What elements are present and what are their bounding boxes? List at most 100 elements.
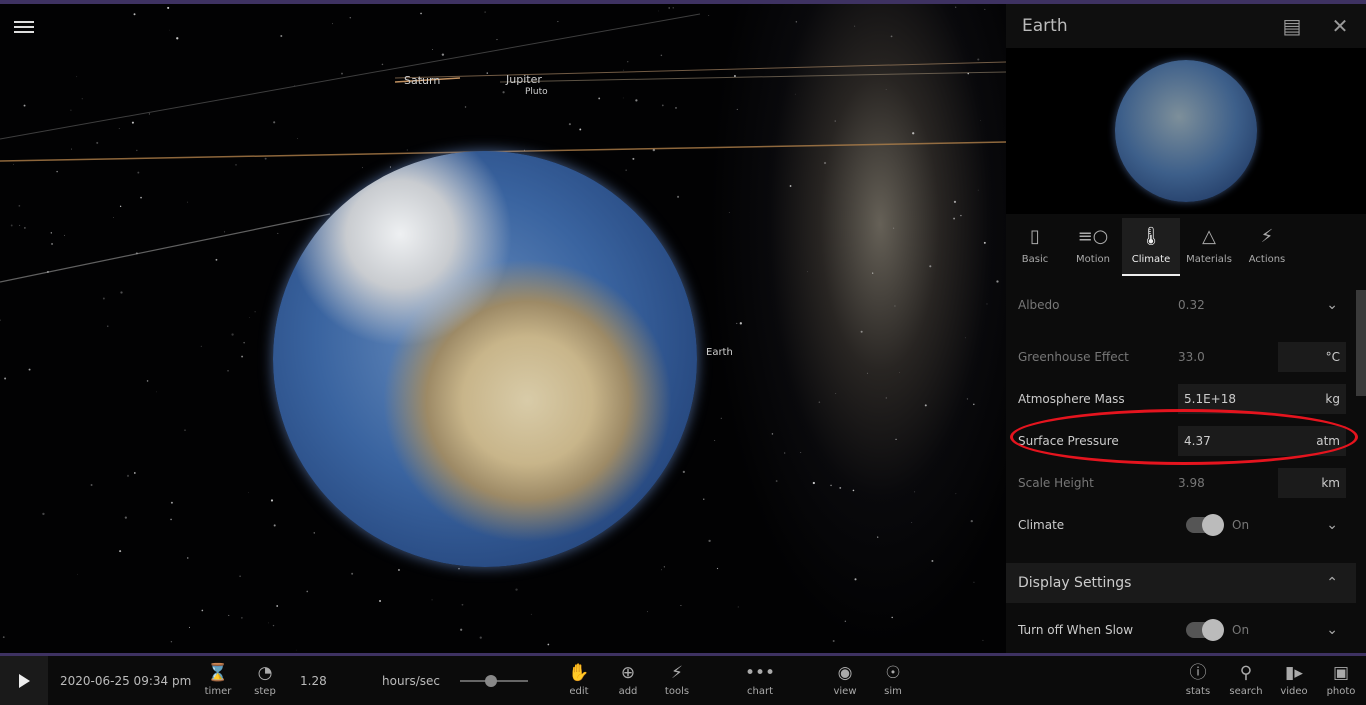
- star: [832, 639, 835, 642]
- star: [273, 121, 276, 124]
- star: [812, 481, 815, 485]
- panel-scrollbar[interactable]: [1356, 290, 1366, 396]
- star: [973, 581, 975, 583]
- label-pluto[interactable]: Pluto: [525, 87, 548, 97]
- step-icon: ◔: [257, 663, 273, 683]
- tab-actions[interactable]: ⚡ Actions: [1238, 218, 1296, 276]
- climate-row: Climate On ⌄: [1006, 504, 1356, 546]
- star: [398, 569, 400, 571]
- star: [823, 161, 827, 165]
- play-button[interactable]: [0, 656, 48, 705]
- scale-height-field[interactable]: km: [1278, 468, 1346, 498]
- label-earth[interactable]: Earth: [706, 347, 733, 358]
- star: [227, 369, 229, 372]
- star: [736, 108, 738, 110]
- star: [215, 258, 218, 261]
- star: [714, 440, 716, 442]
- star: [19, 224, 21, 226]
- scale-height-row: Scale Height 3.98 km: [1006, 462, 1356, 504]
- star: [0, 319, 1, 321]
- star: [71, 148, 73, 150]
- climate-toggle[interactable]: [1186, 514, 1224, 536]
- hamburger-icon[interactable]: [14, 18, 34, 36]
- star: [170, 501, 173, 504]
- rate-value[interactable]: 1.28: [300, 674, 327, 688]
- star: [2, 636, 5, 638]
- star: [632, 157, 635, 160]
- star: [167, 6, 170, 9]
- star: [4, 377, 7, 380]
- chevron-up-icon[interactable]: ⌃: [1326, 575, 1338, 591]
- edit-button[interactable]: ✋ edit: [559, 662, 599, 697]
- star: [771, 433, 774, 435]
- chart-button[interactable]: ••• chart: [740, 662, 780, 697]
- tab-climate[interactable]: 🌡 Climate: [1122, 218, 1180, 276]
- star: [479, 636, 482, 639]
- star: [739, 322, 742, 325]
- photo-button[interactable]: ▣ photo: [1321, 662, 1361, 697]
- star: [977, 189, 979, 191]
- sim-button[interactable]: ☉ sim: [873, 662, 913, 697]
- tab-motion[interactable]: ≡○ Motion: [1064, 218, 1122, 276]
- star: [126, 474, 130, 477]
- info-icon: ⓘ: [1189, 663, 1207, 683]
- label-saturn[interactable]: Saturn: [404, 74, 440, 87]
- star: [243, 341, 245, 344]
- star: [277, 232, 279, 235]
- stats-button[interactable]: ⓘ stats: [1178, 662, 1218, 697]
- sim-datetime[interactable]: 2020-06-25 09:34 pm: [60, 674, 191, 688]
- star: [170, 641, 173, 643]
- label-jupiter[interactable]: Jupiter: [506, 73, 542, 86]
- rate-unit[interactable]: hours/sec: [382, 674, 440, 688]
- star: [953, 217, 956, 220]
- star: [894, 305, 896, 307]
- earth-globe[interactable]: [273, 151, 697, 567]
- star: [675, 107, 677, 109]
- chevron-down-icon[interactable]: ⌄: [1326, 297, 1338, 313]
- display-settings-header[interactable]: Display Settings ⌃: [1006, 563, 1356, 603]
- star: [835, 393, 837, 394]
- timer-button[interactable]: ⌛ timer: [198, 662, 238, 697]
- motion-icon: ≡○: [1077, 226, 1109, 247]
- chevron-down-icon[interactable]: ⌄: [1326, 517, 1338, 533]
- star: [461, 603, 464, 606]
- tab-materials[interactable]: △ Materials: [1180, 218, 1238, 276]
- no-image-icon[interactable]: ▤: [1282, 16, 1302, 36]
- chevron-down-icon[interactable]: ⌄: [1326, 622, 1338, 638]
- space-viewport[interactable]: Saturn Jupiter Pluto Earth: [0, 4, 1006, 653]
- star: [660, 569, 662, 571]
- star: [996, 280, 999, 283]
- atmosphere-mass-row: Atmosphere Mass 5.1E+18 kg: [1006, 378, 1356, 420]
- star: [557, 20, 559, 23]
- search-button[interactable]: ⚲ search: [1226, 662, 1266, 697]
- star: [982, 639, 984, 642]
- star: [622, 69, 624, 71]
- star: [169, 29, 171, 31]
- star: [953, 200, 957, 203]
- step-button[interactable]: ◔ step: [245, 662, 285, 697]
- tools-button[interactable]: ⚡ tools: [657, 662, 697, 697]
- star: [986, 303, 988, 305]
- eye-icon: ◉: [837, 663, 853, 683]
- view-button[interactable]: ◉ view: [825, 662, 865, 697]
- surface-pressure-input[interactable]: 4.37 atm: [1178, 426, 1346, 456]
- atmosphere-mass-input[interactable]: 5.1E+18 kg: [1178, 384, 1346, 414]
- star: [911, 522, 913, 523]
- star: [50, 232, 52, 234]
- star: [496, 39, 498, 41]
- star: [112, 217, 114, 219]
- greenhouse-field[interactable]: °C: [1278, 342, 1346, 372]
- star: [249, 317, 250, 318]
- greenhouse-row: Greenhouse Effect 33.0 °C: [1006, 336, 1356, 378]
- close-icon[interactable]: ✕: [1330, 16, 1350, 36]
- star: [970, 520, 973, 523]
- video-button[interactable]: ▮▸ video: [1274, 662, 1314, 697]
- turn-off-toggle[interactable]: [1186, 619, 1224, 641]
- tab-basic[interactable]: ▯ Basic: [1006, 218, 1064, 276]
- speed-slider[interactable]: [460, 675, 528, 687]
- star: [839, 487, 842, 489]
- star: [77, 573, 78, 575]
- star: [268, 622, 269, 624]
- add-button[interactable]: ⊕ add: [608, 662, 648, 697]
- star: [854, 25, 856, 27]
